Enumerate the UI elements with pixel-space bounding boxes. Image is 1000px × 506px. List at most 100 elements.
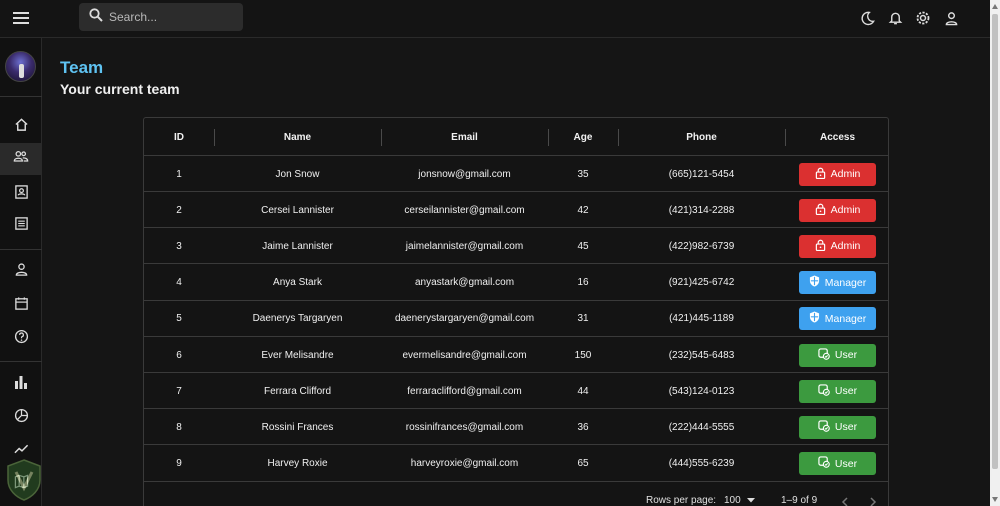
cell-email: evermelisandre@gmail.com [402,349,527,361]
access-label: Manager [824,276,867,289]
cell-id: 4 [176,277,182,289]
chevron-down-icon [747,495,756,506]
table-header: ID Name Email Age Phone Access [144,118,888,156]
sidebar-item-faq[interactable] [0,323,42,355]
cell-phone: (421)314-2288 [668,204,735,216]
column-header-age[interactable]: Age [548,118,618,156]
cell-name: Jaime Lannister [262,240,333,252]
security-shield-icon [809,311,820,326]
cell-access: User [785,373,888,409]
table-row[interactable]: 5 Daenerys Targaryen daenerystargaryen@gma… [144,301,888,337]
table-row[interactable]: 9 Harvey Roxie harveyroxie@gmail.com 65 (444… [144,446,888,482]
table-row[interactable]: 4 Anya Stark anyastark@gmail.com 16 (921)425… [144,265,888,301]
sidebar-item-contacts[interactable] [0,178,42,210]
sidebar-item-calendar[interactable] [0,290,42,322]
cell-id: 3 [176,240,182,252]
cell-age: 65 [577,458,589,470]
contacts-icon [14,184,29,205]
scroll-down-icon[interactable] [992,497,998,502]
rows-per-page-value: 100 [724,495,741,506]
cell-id: 5 [176,313,182,325]
column-header-email[interactable]: Email [381,118,548,156]
column-header-phone[interactable]: Phone [618,118,785,156]
access-badge[interactable]: User [799,379,876,403]
access-label: User [834,349,858,361]
cell-access: User [785,337,888,373]
table-row[interactable]: 6 Ever Melisandre evermelisandre@gmail.com… [144,337,888,373]
table-row[interactable]: 7 Ferrara Clifford ferraraclifford@gmail.c… [144,373,888,410]
moon-icon[interactable] [858,9,876,27]
person-icon[interactable] [942,9,960,27]
cell-email: ferraraclifford@gmail.com [407,385,522,397]
team-icon [13,149,29,169]
watermark-shield-icon [4,458,44,502]
cell-access: User [785,446,888,482]
access-badge[interactable]: User [799,343,876,367]
sidebar-divider [0,249,42,250]
scroll-up-icon[interactable] [992,4,998,9]
cell-email: harveyroxie@gmail.com [410,458,519,470]
cell-access: User [785,409,888,445]
profile-icon [14,262,29,282]
pagination-range: 1–9 of 9 [781,495,818,506]
table-row[interactable]: 2 Cersei Lannister cerseilannister@gmail.c… [144,192,888,229]
sidebar-item-invoices[interactable] [0,210,42,242]
previous-page-icon[interactable] [838,495,852,506]
search-input[interactable] [109,10,229,24]
cell-id: 7 [176,385,182,397]
column-header-id[interactable]: ID [144,118,214,156]
cell-age: 36 [577,421,589,433]
home-icon [14,117,29,137]
cell-name: Daenerys Targaryen [252,313,343,325]
table-row[interactable]: 3 Jaime Lannister jaimelannister@gmail.com… [144,228,888,265]
menu-icon[interactable] [10,8,32,28]
calendar-icon [14,296,29,316]
cell-id: 8 [176,421,182,433]
cell-phone: (222)444-5555 [668,421,735,433]
table-row[interactable]: 1 Jon Snow jonsnow@gmail.com 35 (665)121-545… [144,156,888,192]
page-scrollbar[interactable] [990,0,1000,506]
column-header-name[interactable]: Name [214,118,381,156]
access-label: Manager [824,312,867,325]
access-label: Admin [830,168,861,180]
sidebar-item-pie[interactable] [0,402,42,434]
search-box[interactable] [79,3,243,31]
table-footer: Rows per page: 100 1–9 of 9 [144,485,888,506]
cell-access: Admin [785,156,888,192]
sidebar-item-team[interactable] [0,143,42,175]
access-badge[interactable]: Admin [799,162,876,186]
cell-phone: (444)555-6239 [668,458,735,470]
access-badge[interactable]: User [799,452,876,476]
sidebar-item-bar[interactable] [0,368,42,400]
bell-icon[interactable] [886,9,904,27]
sidebar-item-dashboard[interactable] [0,111,42,143]
scroll-thumb[interactable] [992,14,998,469]
sidebar [0,38,42,506]
security-shield-icon [809,275,820,290]
access-badge[interactable]: Manager [799,307,876,331]
cell-phone: (921)425-6742 [668,277,735,289]
next-page-icon[interactable] [866,495,880,506]
cell-phone: (543)124-0123 [668,385,735,397]
access-badge[interactable]: Admin [799,234,876,258]
sidebar-item-profile[interactable] [0,256,42,288]
access-badge[interactable]: Manager [799,271,876,295]
access-badge[interactable]: User [799,415,876,439]
cell-id: 6 [176,349,182,361]
table-row[interactable]: 8 Rossini Frances rossinifrances@gmail.com… [144,409,888,446]
cell-name: Ever Melisandre [261,349,334,361]
user-lock-icon [818,456,830,471]
rows-per-page-select[interactable]: 100 [724,495,756,506]
gear-icon[interactable] [914,9,932,27]
cell-id: 1 [176,168,182,180]
lock-open-icon [815,167,826,182]
cell-name: Cersei Lannister [261,204,334,216]
user-lock-icon [818,384,830,399]
column-header-access[interactable]: Access [785,118,888,156]
cell-id: 9 [176,458,182,470]
pie-chart-icon [14,408,29,428]
access-badge[interactable]: Admin [799,198,876,222]
invoices-icon [14,216,29,236]
cell-email: rossinifrances@gmail.com [405,421,524,433]
avatar[interactable] [5,51,36,82]
